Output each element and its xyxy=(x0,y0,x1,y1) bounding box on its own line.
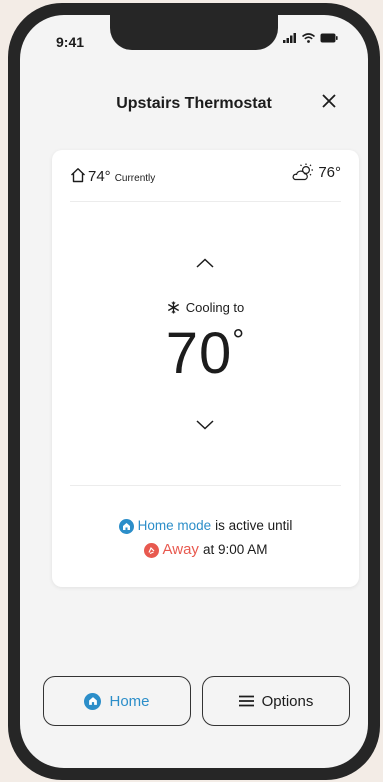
home-icon xyxy=(84,692,102,710)
home-button-label: Home xyxy=(109,692,150,710)
schedule-status: Home mode is active until Away at 9:00 A… xyxy=(52,514,359,562)
increase-temp-button[interactable] xyxy=(192,253,218,273)
away-mode-icon xyxy=(143,542,159,558)
signal-icon xyxy=(283,33,296,43)
partly-sunny-icon xyxy=(292,163,314,181)
status-icons xyxy=(283,33,338,43)
options-button[interactable]: Options xyxy=(202,676,350,726)
notch xyxy=(110,15,278,50)
home-button[interactable]: Home xyxy=(43,676,191,726)
thermostat-card: 74° Currently 76° Cooling to 70° Home mo… xyxy=(52,150,359,587)
battery-icon xyxy=(320,33,338,43)
chevron-down-icon xyxy=(196,420,214,430)
close-button[interactable] xyxy=(318,90,340,112)
away-mode-link[interactable]: Away xyxy=(163,538,199,562)
house-icon xyxy=(71,168,85,183)
options-button-label: Options xyxy=(261,692,314,710)
status-time: 9:41 xyxy=(56,34,85,50)
card-header: 74° Currently 76° xyxy=(70,150,341,202)
setpoint-value: 70 xyxy=(165,321,233,386)
page-title: Upstairs Thermostat xyxy=(116,95,272,112)
active-until-text: is active until xyxy=(215,518,293,533)
wifi-icon xyxy=(302,33,315,43)
divider xyxy=(70,485,341,486)
setpoint-temperature: 70° xyxy=(52,320,359,387)
home-mode-link[interactable]: Home mode xyxy=(138,514,212,538)
chevron-up-icon xyxy=(196,258,214,268)
current-temp-label: Currently xyxy=(114,173,156,184)
screen: 9:41 Upstairs Thermostat 74° Currently 7… xyxy=(20,15,368,768)
decrease-temp-button[interactable] xyxy=(192,415,218,435)
menu-icon xyxy=(238,695,254,707)
mode-label: Cooling to xyxy=(185,300,245,315)
outdoor-temp-value: 76° xyxy=(318,163,341,181)
outdoor-temperature: 76° xyxy=(292,163,341,181)
phone-frame: 9:41 Upstairs Thermostat 74° Currently 7… xyxy=(8,3,380,780)
mode-line: Cooling to xyxy=(52,300,359,315)
close-icon xyxy=(322,94,336,108)
away-time-text: at 9:00 AM xyxy=(202,542,268,557)
current-temperature: 74° Currently xyxy=(70,165,155,185)
snowflake-icon xyxy=(167,301,179,314)
current-temp-value: 74° xyxy=(88,168,111,185)
setpoint-degree: ° xyxy=(232,324,246,357)
home-mode-icon xyxy=(118,518,134,534)
